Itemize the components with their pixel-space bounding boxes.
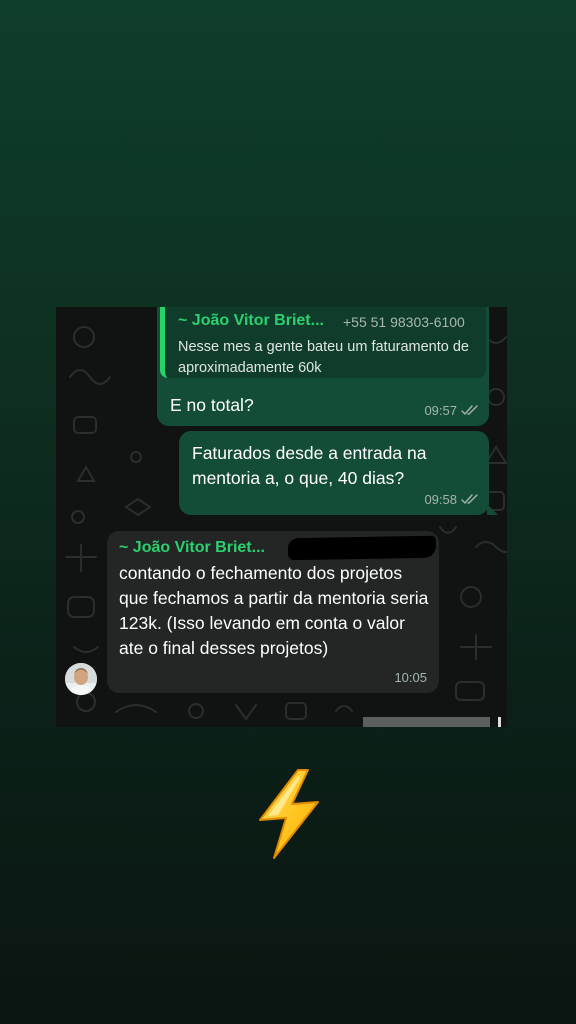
double-check-icon: [461, 405, 479, 416]
message-meta: 09:58: [424, 492, 479, 507]
outgoing-message-bubble[interactable]: Faturados desde a entrada na mentoria a,…: [179, 431, 498, 515]
quoted-message[interactable]: ~ João Vitor Briet... +55 51 98303-6100 …: [160, 307, 486, 378]
sender-name[interactable]: ~ João Vitor Briet...: [119, 539, 265, 557]
message-time: 10:05: [394, 670, 427, 685]
redacted-phone-number: [287, 535, 437, 561]
avatar[interactable]: [65, 663, 97, 695]
quoted-message-text: Nesse mes a gente bateu um faturamento d…: [178, 339, 469, 376]
lightning-bolt-icon: [259, 769, 319, 859]
bubble-tail: [487, 504, 498, 515]
message-text: Faturados desde a entrada na mentoria a,…: [192, 443, 427, 488]
message-text: E no total?: [170, 395, 254, 415]
message-time: 09:58: [424, 492, 457, 507]
message-text: contando o fechamento dos projetos que f…: [119, 563, 429, 658]
incoming-message-bubble[interactable]: ~ João Vitor Briet... contando o fechame…: [107, 531, 439, 693]
chat-screenshot: ~ João Vitor Briet... +55 51 98303-6100 …: [56, 307, 507, 727]
message-time: 09:57: [424, 403, 457, 418]
double-check-icon: [461, 494, 479, 505]
outgoing-message-bubble[interactable]: ~ João Vitor Briet... +55 51 98303-6100 …: [157, 307, 489, 426]
partial-media-edge: [498, 717, 501, 727]
partial-media-thumbnail: [363, 717, 490, 727]
message-meta: 10:05: [394, 670, 427, 685]
quoted-sender-phone: +55 51 98303-6100: [343, 314, 465, 330]
quoted-sender-name: ~ João Vitor Briet...: [178, 312, 324, 329]
message-meta: 09:57: [424, 403, 479, 418]
